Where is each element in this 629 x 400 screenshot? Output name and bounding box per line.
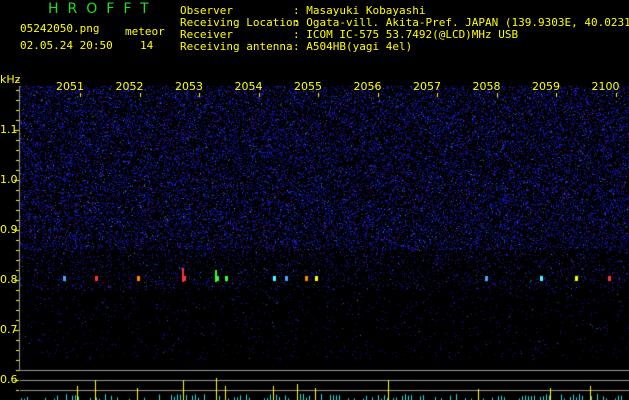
x-tick-label: 2055 xyxy=(294,80,322,93)
x-tick-label: 2057 xyxy=(413,80,441,93)
filename: 05242050.png xyxy=(20,22,100,35)
x-tick-label: 2053 xyxy=(175,80,203,93)
meteor-count: 14 xyxy=(140,39,154,52)
x-tick-label: 2051 xyxy=(56,80,84,93)
antenna-label: Receiving antenna xyxy=(180,40,293,53)
x-tick-label: 2052 xyxy=(115,80,144,93)
x-tick-label: 2100 xyxy=(591,80,620,93)
x-tick-label: 2054 xyxy=(234,80,263,93)
x-tick-label: 2059 xyxy=(532,80,560,93)
y-tick-label: 0.8 xyxy=(0,273,18,286)
y-tick-label: 0.7 xyxy=(0,323,18,336)
y-tick-label: 0.9 xyxy=(0,223,18,236)
y-tick-label: 0.6 xyxy=(0,373,18,386)
spectrogram xyxy=(0,0,629,400)
meteor-label: meteor xyxy=(125,25,165,38)
antenna-value: : A504HB(yagi 4el) xyxy=(293,40,413,53)
x-tick-label: 2058 xyxy=(472,80,501,93)
hrofft-window: HROFFT 05242050.png 02.05.24 20:50 meteo… xyxy=(0,0,629,400)
y-axis-unit: kHz xyxy=(0,73,21,86)
app-title: HROFFT xyxy=(48,1,158,17)
y-tick-label: 1.1 xyxy=(0,123,18,136)
datetime: 02.05.24 20:50 xyxy=(20,39,113,52)
x-tick-label: 2056 xyxy=(353,80,382,93)
y-tick-label: 1.0 xyxy=(0,173,18,186)
